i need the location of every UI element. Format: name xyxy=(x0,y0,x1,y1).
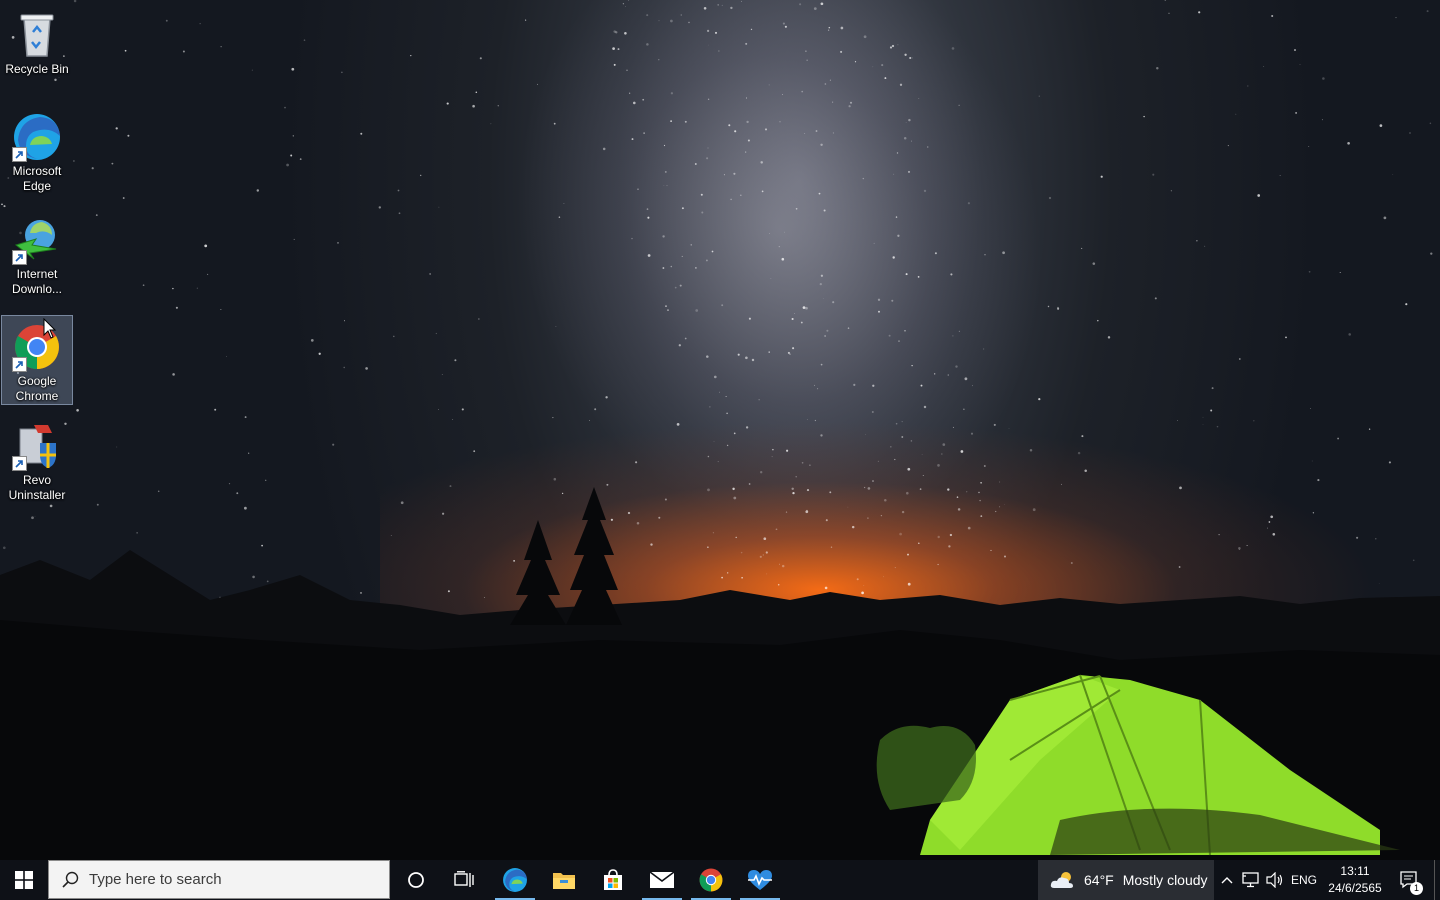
shortcut-arrow-icon xyxy=(12,147,27,162)
weather-temperature: 64°F xyxy=(1084,872,1114,888)
start-button[interactable] xyxy=(0,860,48,900)
windows-logo-icon xyxy=(15,871,33,889)
weather-widget[interactable]: 64°F Mostly cloudy xyxy=(1038,860,1214,900)
internet-download-manager-icon xyxy=(12,215,62,265)
desktop-icon-google-chrome[interactable]: Google Chrome xyxy=(1,315,73,405)
search-icon xyxy=(62,871,79,888)
desktop-icon-label: Revo xyxy=(22,473,51,487)
shortcut-arrow-icon xyxy=(12,456,27,471)
desktop-icon-label: Downlo... xyxy=(11,282,63,296)
show-hidden-icons-button[interactable] xyxy=(1216,860,1238,900)
task-view-icon xyxy=(454,871,474,887)
desktop-icon-recycle-bin[interactable]: Recycle Bin xyxy=(2,4,72,77)
weather-condition: Mostly cloudy xyxy=(1122,872,1208,888)
chrome-icon xyxy=(699,868,723,892)
shortcut-arrow-icon xyxy=(12,357,27,372)
taskbar-app-chrome[interactable] xyxy=(689,860,733,900)
desktop-icon-label: Uninstaller xyxy=(8,488,66,502)
mail-icon xyxy=(649,871,675,888)
desktop-icon-label: Internet xyxy=(16,267,58,281)
taskbar-app-health-monitor[interactable] xyxy=(738,860,782,900)
cortana-button[interactable] xyxy=(394,860,438,900)
action-center-button[interactable]: 1 xyxy=(1394,860,1424,900)
edge-icon xyxy=(12,112,62,162)
taskbar-app-mail[interactable] xyxy=(640,860,684,900)
edge-icon xyxy=(503,868,527,892)
network-icon xyxy=(1242,872,1259,888)
taskbar-app-file-explorer[interactable] xyxy=(542,860,586,900)
volume-button[interactable] xyxy=(1264,860,1286,900)
input-language-label: ENG xyxy=(1290,873,1317,887)
network-button[interactable] xyxy=(1240,860,1262,900)
show-desktop-button[interactable] xyxy=(1434,860,1440,900)
taskbar-app-edge[interactable] xyxy=(493,860,537,900)
search-placeholder: Type here to search xyxy=(89,871,222,888)
landscape-silhouette xyxy=(0,487,1440,860)
task-view-button[interactable] xyxy=(442,860,486,900)
desktop-background: Recycle Bin Microsoft Edge Internet Down… xyxy=(0,0,1440,860)
taskbar-app-store[interactable] xyxy=(591,860,635,900)
desktop-icon-label: Recycle Bin xyxy=(5,62,69,76)
notification-count-badge: 1 xyxy=(1410,882,1423,895)
clock[interactable]: 13:11 24/6/2565 xyxy=(1320,860,1390,900)
desktop-icon-label: Edge xyxy=(22,179,52,193)
partly-cloudy-icon xyxy=(1050,872,1073,888)
folder-icon xyxy=(553,873,575,889)
speaker-icon xyxy=(1266,872,1283,888)
desktop-icon-label: Google xyxy=(17,374,57,388)
desktop-icon-revo-uninstaller[interactable]: Revo Uninstaller xyxy=(2,415,72,503)
recycle-bin-icon xyxy=(12,10,62,60)
taskbar: Type here to search 64°F Mostly cloudy E… xyxy=(0,860,1440,900)
revo-uninstaller-icon xyxy=(12,421,62,471)
taskbar-search-box[interactable]: Type here to search xyxy=(48,860,390,899)
shortcut-arrow-icon xyxy=(12,250,27,265)
desktop-icon-microsoft-edge[interactable]: Microsoft Edge xyxy=(2,106,72,194)
input-language-button[interactable]: ENG xyxy=(1289,860,1319,900)
chevron-up-icon xyxy=(1221,877,1233,884)
desktop-icon-internet-download-manager[interactable]: Internet Downlo... xyxy=(2,209,72,297)
desktop-icon-label: Microsoft xyxy=(12,164,62,178)
cortana-circle-icon xyxy=(408,872,424,888)
clock-date: 24/6/2565 xyxy=(1328,881,1382,895)
desktop-icon-label: Chrome xyxy=(15,389,59,403)
mouse-cursor-icon xyxy=(43,318,57,339)
store-icon xyxy=(604,869,622,890)
clock-time: 13:11 xyxy=(1340,864,1370,878)
heartbeat-icon xyxy=(748,870,772,890)
